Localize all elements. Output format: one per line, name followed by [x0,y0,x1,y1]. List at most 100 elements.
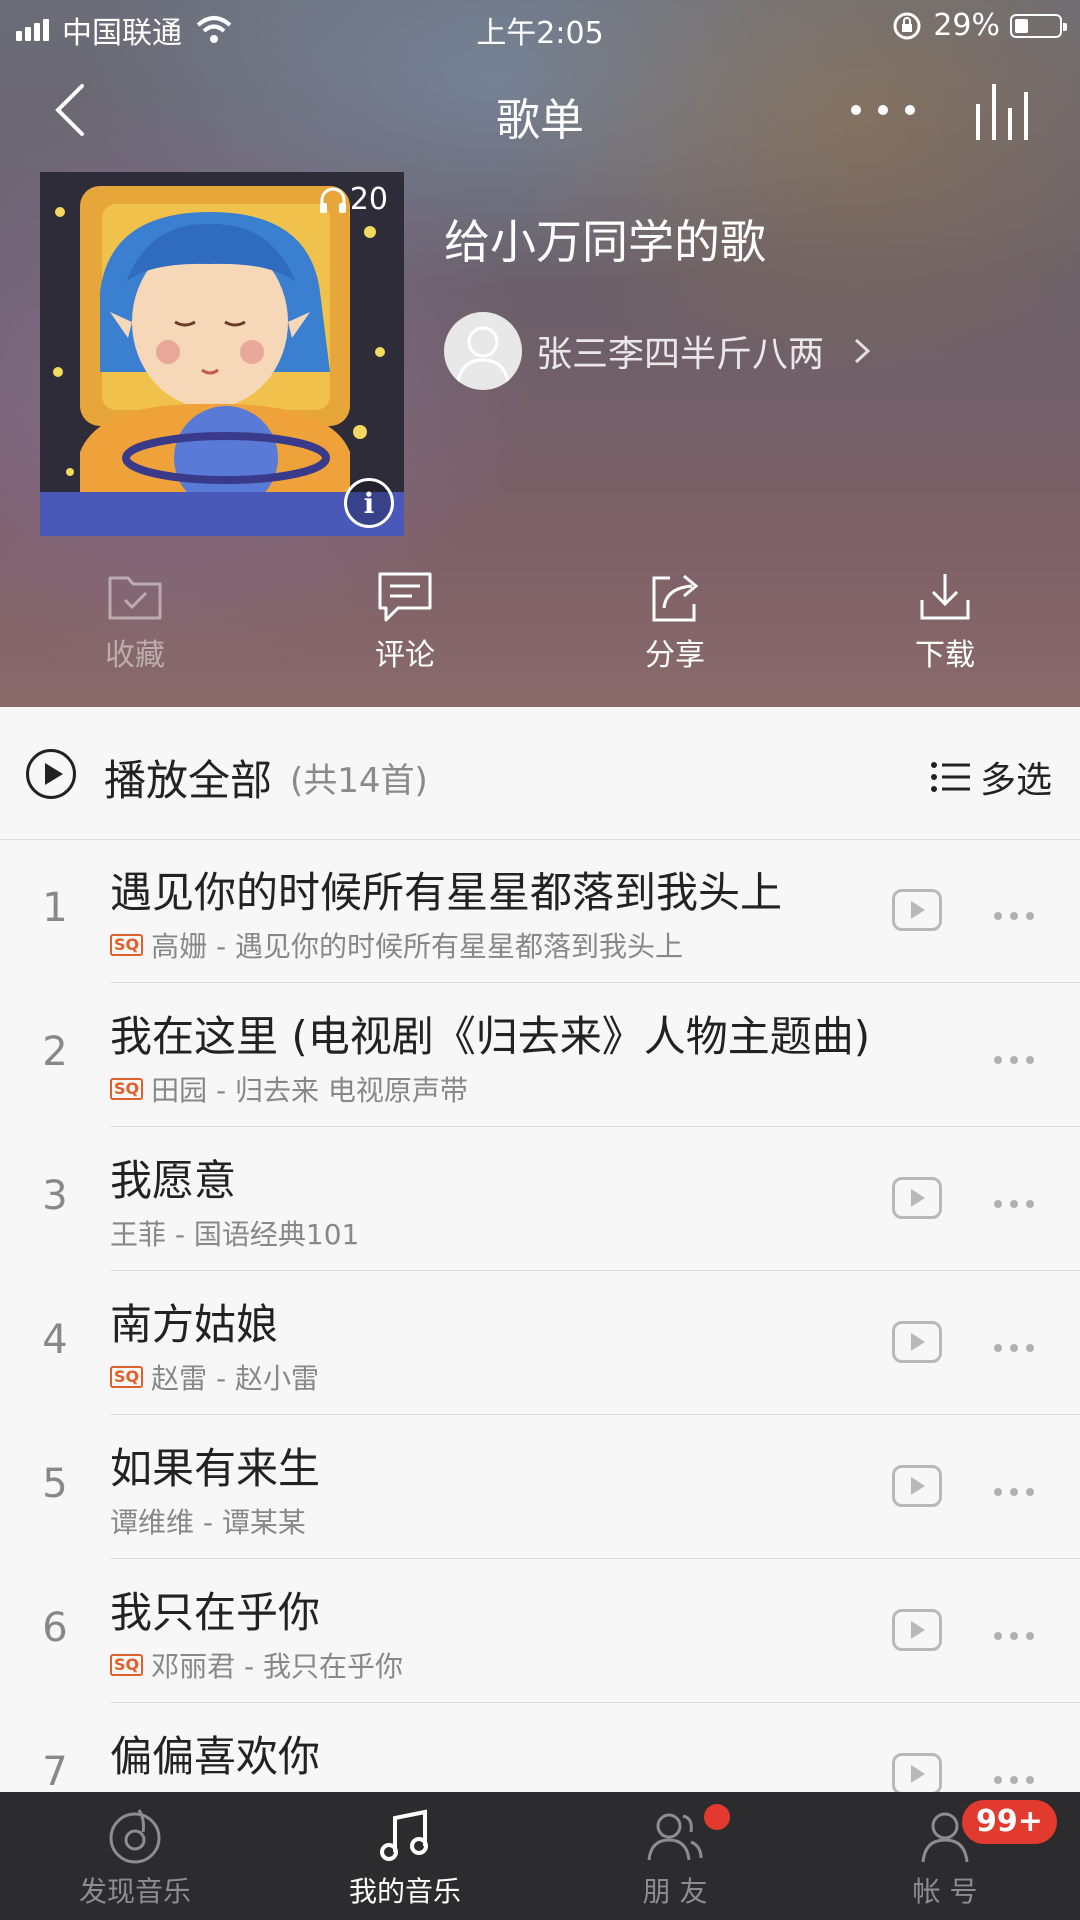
more-icon[interactable] [848,98,918,122]
song-subtitle: SQ 高姗 - 遇见你的时候所有星星都落到我头上 [110,925,683,965]
song-artist-album: 赵雷 - 赵小雷 [151,1362,320,1395]
creator-avatar [444,312,522,390]
song-more-icon[interactable] [994,1337,1044,1352]
cover-illustration [40,172,404,536]
status-bar: 中国联通 上午2:05 29% [0,0,1080,56]
collect-button[interactable]: 收藏 [0,570,270,690]
song-index: 5 [42,1461,68,1507]
battery-fill [1015,18,1028,33]
song-title: 南方姑娘 [110,1300,279,1349]
tab-friends[interactable]: 朋 友 [540,1792,810,1920]
battery-percent: 29% [933,8,1000,43]
headphones-icon [319,187,346,213]
share-label: 分享 [645,638,705,673]
song-more-icon[interactable] [994,1193,1044,1208]
download-label: 下载 [915,638,975,673]
play-all-row[interactable]: 播放全部 (共14首) 多选 [0,707,1080,840]
chevron-right-icon [855,338,871,364]
mv-play-icon[interactable] [892,889,942,931]
battery-icon [1010,13,1067,38]
mv-play-icon[interactable] [892,1321,942,1363]
song-row[interactable]: 3 我愿意 王菲 - 国语经典101 [0,1127,1080,1271]
song-index: 1 [42,885,68,931]
mv-play-icon[interactable] [892,1177,942,1219]
list-icon [930,762,970,792]
creator-name: 张三李四半斤八两 [536,334,825,375]
friends-icon [647,1813,703,1861]
song-more-icon[interactable] [994,1049,1044,1064]
collect-label: 收藏 [105,638,165,673]
download-icon [920,574,970,620]
sq-badge: SQ [110,934,144,956]
song-more-icon[interactable] [994,1625,1044,1640]
tab-discover-label: 发现音乐 [78,1875,191,1908]
play-count: 20 [318,182,388,217]
multi-select-button[interactable]: 多选 [930,751,1052,803]
song-artist-album: 邓丽君 - 我只在乎你 [151,1650,404,1683]
now-playing-icon[interactable] [972,78,1036,142]
song-list: 播放全部 (共14首) 多选 1 遇见你的时候所有星星都落到我头上 SQ 高姗 - 遇… [0,707,1080,1792]
share-button[interactable]: 分享 [540,570,810,690]
tab-discover[interactable]: 发现音乐 [0,1792,270,1920]
tab-account[interactable]: 99+ 帐 号 [810,1792,1080,1920]
play-all-label: 播放全部 [104,756,273,805]
song-artist-album: 王菲 - 国语经典101 [110,1218,360,1251]
discover-music-icon [109,1809,161,1864]
multi-select-label: 多选 [979,760,1052,801]
comment-button[interactable]: 评论 [270,570,540,690]
song-artist-album: 田园 - 归去来 电视原声带 [151,1074,468,1107]
tab-friends-label: 朋 友 [642,1875,708,1908]
song-more-icon[interactable] [994,1769,1044,1784]
music-note-icon [380,1809,428,1861]
tab-bar: 发现音乐 我的音乐 朋 友 99+ 帐 号 [0,1792,1080,1920]
song-count: (共14首) [290,761,428,801]
page-title: 歌单 [496,95,584,146]
song-index: 6 [42,1605,68,1651]
song-title: 我只在乎你 [110,1588,321,1637]
notification-dot [704,1804,730,1830]
song-subtitle: 王菲 - 国语经典101 [110,1213,359,1253]
unread-badge: 99+ [962,1800,1057,1844]
tab-account-label: 帐 号 [912,1875,978,1908]
creator-link[interactable]: 张三李四半斤八两 [444,312,872,390]
play-circle-icon[interactable] [26,749,76,799]
playlist-actions: 收藏 评论 分享 下载 [0,570,1080,690]
song-index: 3 [42,1173,68,1219]
folder-check-icon [108,576,162,620]
default-avatar-icon [456,326,510,383]
info-icon[interactable]: i [344,478,394,528]
download-button[interactable]: 下载 [810,570,1080,690]
song-artist-album: 高姗 - 遇见你的时候所有星星都落到我头上 [151,930,684,963]
play-count-value: 20 [349,182,388,217]
tab-my-music-label: 我的音乐 [348,1875,461,1908]
song-row[interactable]: 2 我在这里 (电视剧《归去来》人物主题曲) SQ 田园 - 归去来 电视原声带 [0,983,1080,1127]
rotation-lock-icon [893,12,921,39]
mv-play-icon[interactable] [892,1465,942,1507]
song-row[interactable]: 1 遇见你的时候所有星星都落到我头上 SQ 高姗 - 遇见你的时候所有星星都落到我头上 [0,839,1080,983]
song-subtitle: SQ 邓丽君 - 我只在乎你 [110,1645,403,1685]
nav-bar: 歌单 [0,70,1080,150]
song-more-icon[interactable] [994,1481,1044,1496]
sq-badge: SQ [110,1078,144,1100]
song-title: 我在这里 (电视剧《归去来》人物主题曲) [110,1012,871,1061]
song-artist-album: 谭维维 - 谭某某 [110,1506,306,1539]
song-more-icon[interactable] [994,905,1044,920]
song-index: 4 [42,1317,68,1363]
mv-play-icon[interactable] [892,1753,942,1792]
song-row[interactable]: 6 我只在乎你 SQ 邓丽君 - 我只在乎你 [0,1559,1080,1703]
playlist-cover[interactable]: 20 i [40,172,404,536]
sq-badge: SQ [110,1654,144,1676]
tab-my-music[interactable]: 我的音乐 [270,1792,540,1920]
share-icon [652,574,699,622]
song-title: 偏偏喜欢你 [110,1732,321,1781]
song-subtitle: 谭维维 - 谭某某 [110,1501,306,1541]
mv-play-icon[interactable] [892,1609,942,1651]
song-row[interactable]: 4 南方姑娘 SQ 赵雷 - 赵小雷 [0,1271,1080,1415]
song-title: 如果有来生 [110,1444,321,1493]
status-right: 29% [891,8,1067,43]
song-row[interactable]: 7偏偏喜欢你陈百强 - 偏偏喜欢你 [0,1703,1080,1792]
song-row[interactable]: 5 如果有来生谭维维 - 谭某某 [0,1415,1080,1559]
comment-label: 评论 [375,638,435,673]
song-title: 遇见你的时候所有星星都落到我头上 [110,868,783,917]
song-index: 7 [42,1749,68,1792]
